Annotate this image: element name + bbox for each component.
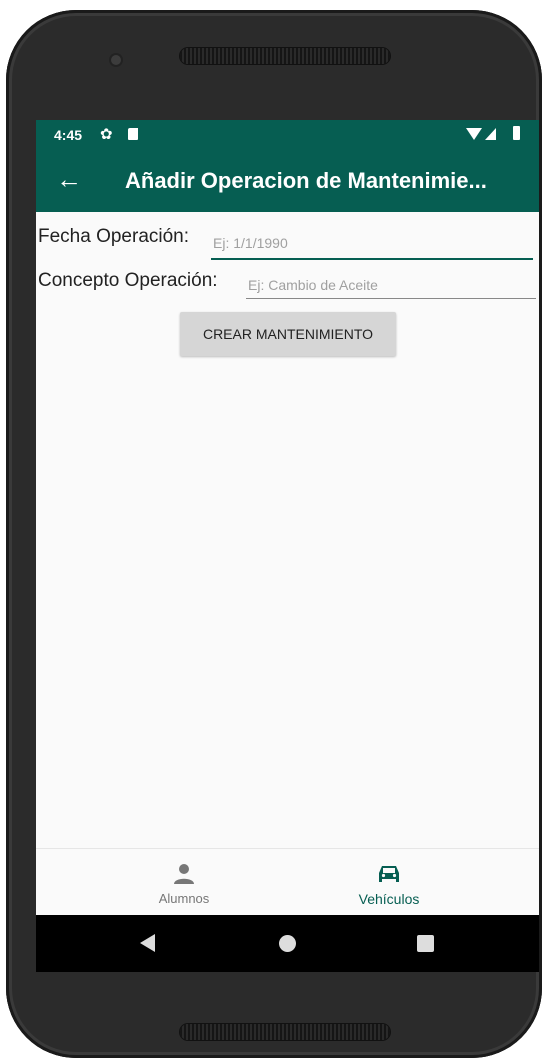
car-icon — [379, 866, 399, 882]
person-icon — [174, 864, 194, 884]
nav-label-alumnos: Alumnos — [158, 891, 210, 906]
bottom-navigation: Alumnos Vehículos — [36, 848, 539, 916]
system-recents-icon[interactable] — [417, 935, 434, 952]
fecha-input[interactable] — [211, 228, 533, 260]
settings-gear-icon: ✿ — [100, 126, 113, 143]
app-bar: ← Añadir Operacion de Mantenimie... — [36, 150, 539, 212]
system-back-icon[interactable] — [140, 934, 155, 952]
nav-item-alumnos[interactable]: Alumnos — [84, 849, 284, 916]
status-bar: 4:45 ✿ — [36, 120, 539, 150]
signal-icon — [485, 128, 496, 140]
top-speaker — [180, 48, 390, 64]
wifi-icon — [466, 128, 482, 140]
system-home-icon[interactable] — [279, 935, 296, 952]
crear-mantenimiento-button[interactable]: CREAR MANTENIMIENTO — [180, 312, 396, 356]
status-time: 4:45 — [54, 127, 83, 143]
concepto-label: Concepto Operación: — [38, 270, 218, 291]
nav-item-vehiculos[interactable]: Vehículos — [289, 849, 489, 916]
system-navigation-bar — [36, 915, 539, 972]
back-arrow-icon[interactable]: ← — [56, 164, 82, 194]
fecha-label: Fecha Operación: — [38, 226, 190, 247]
bottom-speaker — [180, 1024, 390, 1040]
screen: 4:45 ✿ ← Añadir Operacion de Mantenimie.… — [36, 120, 539, 972]
sd-card-icon — [128, 128, 138, 140]
concepto-input[interactable] — [246, 272, 536, 299]
page-title: Añadir Operacion de Mantenimie... — [125, 168, 487, 193]
nav-label-vehiculos: Vehículos — [358, 891, 420, 907]
front-camera — [111, 55, 121, 65]
battery-icon — [513, 126, 520, 140]
phone-frame: 4:45 ✿ ← Añadir Operacion de Mantenimie.… — [6, 10, 542, 1058]
